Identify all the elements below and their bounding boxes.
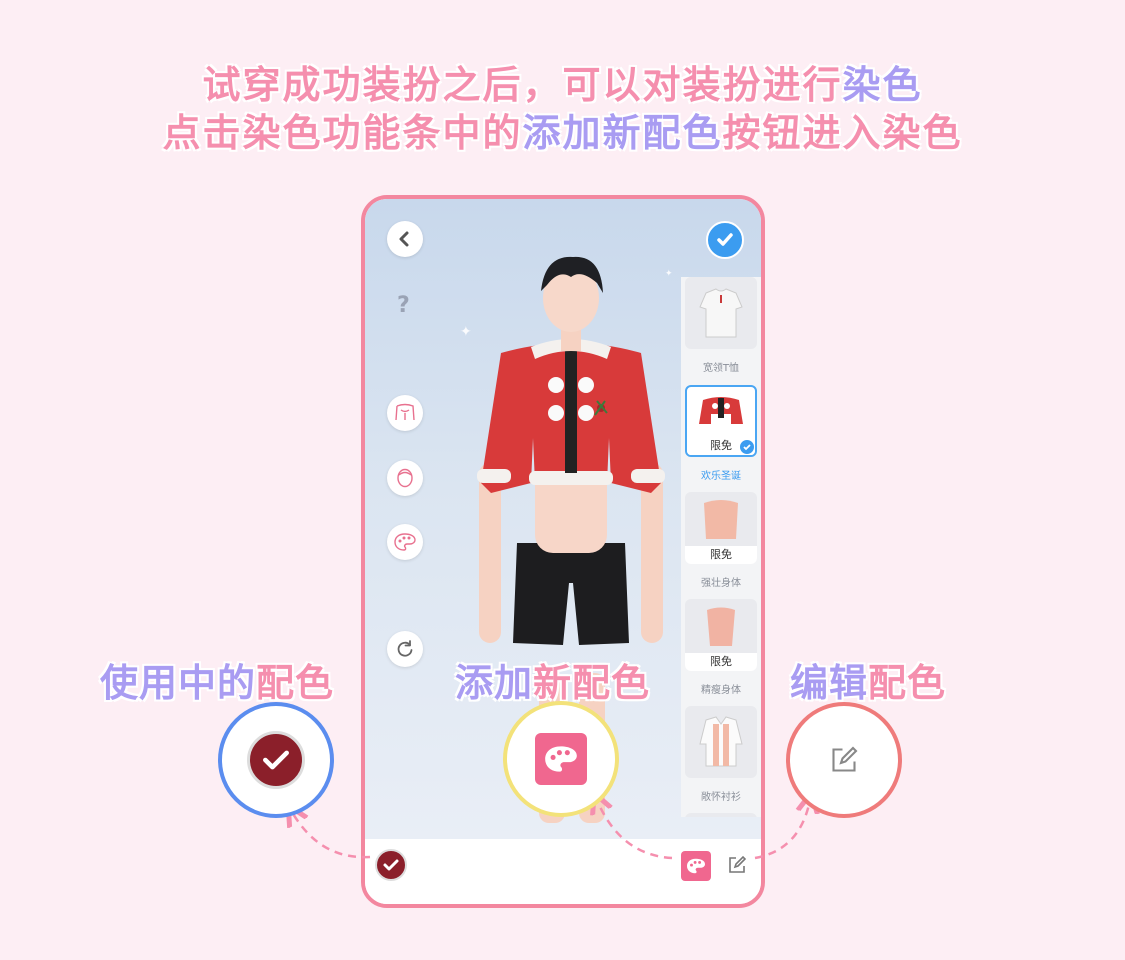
outfit-item-list[interactable]: 宽领T恤 限免 欢乐圣诞 限免 强壮身体 限免 精瘦身体 敞怀衬衫 bbox=[681, 277, 761, 817]
christmas-jacket-icon bbox=[699, 397, 743, 424]
back-icon bbox=[399, 231, 409, 247]
headline-line-1: 试穿成功装扮之后，可以对装扮进行染色 bbox=[0, 54, 1125, 109]
free-badge: 限免 bbox=[685, 546, 757, 564]
in-use-color-swatch-large bbox=[247, 731, 305, 789]
item-thumbnail bbox=[685, 277, 757, 349]
in-use-color-label: 使用中的配色 bbox=[100, 661, 335, 705]
edit-icon bbox=[832, 746, 858, 772]
item-thumbnail: 限免 bbox=[685, 599, 757, 671]
list-item-open-shirt[interactable]: 敞怀衬衫 bbox=[685, 706, 757, 803]
back-button[interactable] bbox=[387, 221, 423, 257]
item-label: 敞怀衬衫 bbox=[701, 792, 741, 803]
palette-button-large bbox=[535, 733, 587, 785]
headline-1-text: 试穿成功装扮之后，可以对装扮进行 bbox=[202, 63, 843, 107]
shirt-icon bbox=[699, 716, 743, 767]
item-thumbnail bbox=[685, 813, 757, 817]
item-thumbnail bbox=[685, 706, 757, 778]
check-icon bbox=[383, 859, 399, 871]
dye-function-bar bbox=[365, 839, 761, 904]
edit-color-circle bbox=[786, 702, 902, 818]
dye-button[interactable] bbox=[387, 524, 423, 560]
reset-icon bbox=[397, 640, 413, 657]
headline-2-text-a: 点击染色功能条中的 bbox=[162, 111, 523, 155]
palette-icon bbox=[394, 533, 416, 551]
palette-icon bbox=[687, 858, 705, 874]
edit-color-button[interactable] bbox=[727, 855, 749, 877]
list-item-strong-body[interactable]: 限免 强壮身体 bbox=[685, 492, 757, 589]
list-item-christmas[interactable]: 限免 欢乐圣诞 bbox=[685, 385, 757, 482]
selected-check-icon bbox=[738, 438, 755, 455]
edit-icon bbox=[729, 855, 747, 873]
in-use-color-swatch[interactable] bbox=[375, 849, 407, 881]
item-thumbnail: 限免 bbox=[685, 492, 757, 564]
item-label: 宽领T恤 bbox=[702, 363, 740, 374]
list-item-partial[interactable] bbox=[685, 813, 757, 817]
edit-color-label: 编辑配色 bbox=[790, 661, 947, 705]
headline-2-highlight: 添加新配色 bbox=[522, 111, 723, 155]
body-torso-icon bbox=[704, 500, 738, 539]
body-shape-button[interactable] bbox=[387, 395, 423, 431]
confirm-check-icon bbox=[717, 233, 733, 246]
list-item-tshirt[interactable]: 宽领T恤 bbox=[685, 277, 757, 374]
in-use-color-circle bbox=[218, 702, 334, 818]
body-shape-icon bbox=[395, 403, 415, 421]
list-item-slim-body[interactable]: 限免 精瘦身体 bbox=[685, 599, 757, 696]
item-label: 欢乐圣诞 bbox=[701, 471, 741, 482]
face-button[interactable] bbox=[387, 460, 423, 496]
face-icon bbox=[397, 468, 413, 488]
body-torso-icon bbox=[707, 607, 735, 646]
free-badge: 限免 bbox=[685, 653, 757, 671]
item-thumbnail: 限免 bbox=[685, 385, 757, 457]
item-label: 精瘦身体 bbox=[701, 685, 741, 696]
palette-icon bbox=[545, 746, 577, 772]
check-icon bbox=[263, 750, 289, 770]
item-label: 强壮身体 bbox=[701, 578, 741, 589]
help-icon[interactable]: ? bbox=[397, 293, 410, 318]
tshirt-icon bbox=[699, 288, 743, 338]
add-new-color-button[interactable] bbox=[681, 851, 711, 881]
headline-line-2: 点击染色功能条中的添加新配色按钮进入染色 bbox=[0, 102, 1125, 157]
reset-button[interactable] bbox=[387, 631, 423, 667]
add-new-color-circle bbox=[503, 701, 619, 817]
headline-2-text-c: 按钮进入染色 bbox=[722, 111, 963, 155]
add-new-color-label: 添加新配色 bbox=[455, 661, 651, 705]
headline-1-highlight: 染色 bbox=[842, 63, 923, 107]
confirm-button[interactable] bbox=[706, 221, 744, 259]
